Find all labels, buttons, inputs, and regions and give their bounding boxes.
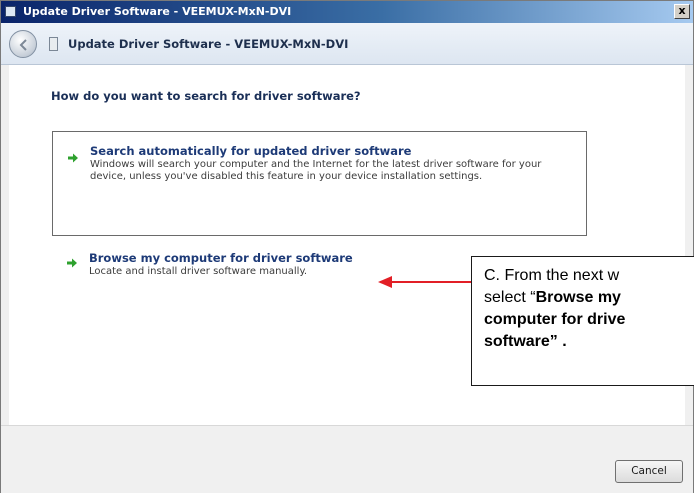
callout-line-2-bold: Browse my xyxy=(535,289,621,306)
search-automatically-desc-2: device, unless you've disabled this feat… xyxy=(90,171,483,182)
browse-computer-option[interactable]: Browse my computer for driver software L… xyxy=(52,251,382,291)
dialog-footer: Cancel xyxy=(1,425,693,493)
back-button[interactable] xyxy=(9,30,37,58)
cancel-button[interactable]: Cancel xyxy=(615,460,683,483)
callout-line-3: computer for drive xyxy=(484,311,626,328)
red-pointer-arrow xyxy=(378,276,471,288)
nav-title: Update Driver Software - VEEMUX-MxN-DVI xyxy=(68,37,349,51)
callout-line-2-prefix: select “ xyxy=(484,289,536,306)
search-automatically-title: Search automatically for updated driver … xyxy=(90,144,412,158)
callout-line-1: C. From the next w xyxy=(484,267,620,284)
search-automatically-desc-1: Windows will search your computer and th… xyxy=(90,159,542,170)
callout-line-2: select “Browse my xyxy=(484,287,694,309)
navigation-bar: Update Driver Software - VEEMUX-MxN-DVI xyxy=(1,23,693,65)
back-arrow-icon xyxy=(19,39,27,51)
window-title: Update Driver Software - VEEMUX-MxN-DVI xyxy=(23,5,292,18)
update-driver-window: Update Driver Software - VEEMUX-MxN-DVI … xyxy=(0,0,694,493)
green-arrow-icon xyxy=(68,153,78,163)
search-automatically-option[interactable]: Search automatically for updated driver … xyxy=(52,131,587,236)
browse-computer-desc: Locate and install driver software manua… xyxy=(89,266,308,277)
browse-computer-title: Browse my computer for driver software xyxy=(89,251,353,265)
app-icon xyxy=(5,6,16,17)
green-arrow-icon xyxy=(67,258,77,268)
title-bar[interactable]: Update Driver Software - VEEMUX-MxN-DVI … xyxy=(1,1,693,23)
page-question: How do you want to search for driver sof… xyxy=(51,89,361,103)
device-icon xyxy=(49,37,58,51)
instruction-callout: C. From the next w select “Browse my com… xyxy=(471,256,694,386)
callout-line-4: software” . xyxy=(484,333,567,350)
close-button[interactable]: x xyxy=(674,4,690,19)
